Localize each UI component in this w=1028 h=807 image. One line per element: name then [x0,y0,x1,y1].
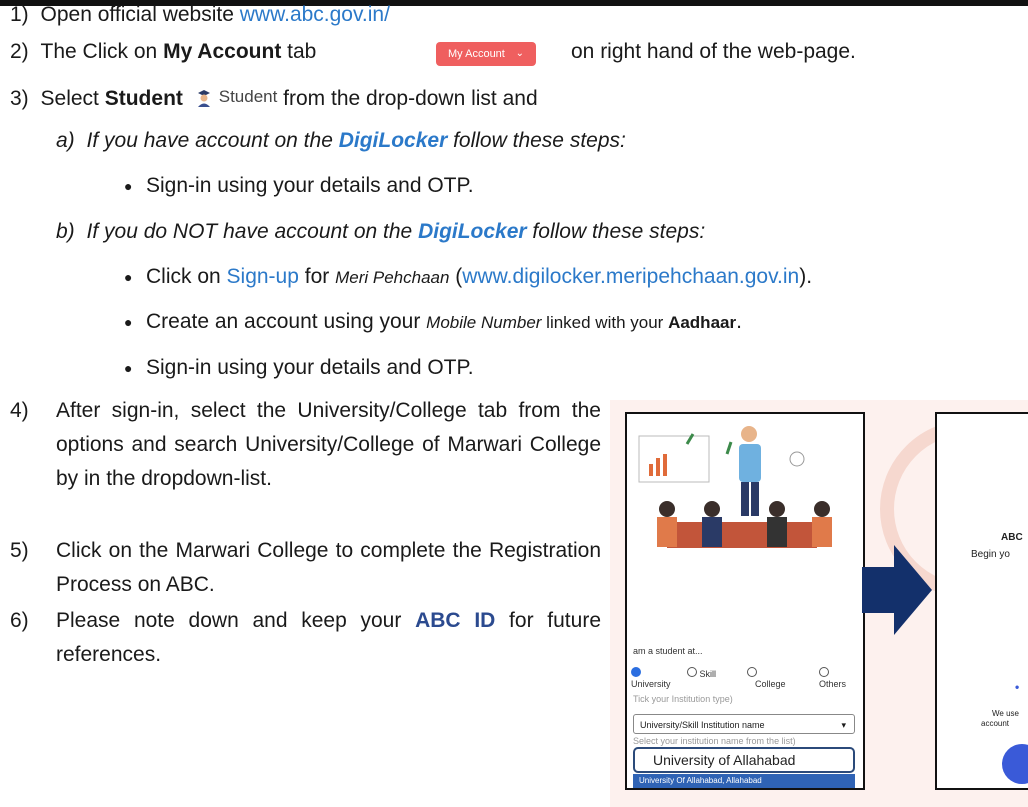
step-text: linked with your [541,313,669,332]
paren-close: ). [799,265,813,288]
option-university[interactable]: University [631,667,671,689]
we-use-text: We use [992,709,1019,718]
begin-text: Begin yo [971,549,1010,560]
institution-type-hint: Tick your Institution type) [633,694,733,704]
step-text: Click on [146,265,227,288]
step-2: 2) The Click on My Account tab [10,37,316,67]
step-text: Open official website [40,3,240,26]
step-3b: b) If you do NOT have account on the Dig… [56,217,705,247]
bullet-icon: ● [124,178,133,194]
caret-down-icon: ▾ [841,720,846,730]
website-link[interactable]: www.abc.gov.in/ [240,3,390,26]
option-label: College [755,679,786,689]
step-text: If you have account on the [86,129,339,152]
step-6-number: 6) [10,609,29,632]
step-5-text: Click on the Marwari College to complete… [56,539,601,596]
student-icon-label: Student [218,87,278,106]
institution-option-highlighted[interactable]: University Of Allahabad, Allahabad [633,774,855,788]
step-number: 3) [10,87,29,110]
student-term: Student [104,87,183,110]
my-account-button[interactable]: My Account ⌄ [436,42,536,66]
option-college[interactable]: College [747,667,786,689]
step-text: Select [40,87,105,110]
continue-button[interactable] [1002,744,1028,784]
period: . [736,310,742,333]
sub-letter: b) [56,220,75,243]
abc-icon: • [1015,680,1020,694]
step-text: Please note down and keep your [56,609,416,632]
step-1: 1) Open official website www.abc.gov.in/ [10,0,390,30]
signup-link[interactable]: Sign-up [227,265,299,288]
digilocker-term: DigiLocker [338,129,448,152]
radio-icon [631,667,641,677]
classroom-illustration [638,426,832,548]
step-text: follow these steps: [526,220,706,243]
select-hint: Select your institution name from the li… [633,736,796,746]
abc-welcome-screenshot: ABC Begin yo • We use account [935,412,1028,790]
chevron-down-icon: ⌄ [515,48,524,59]
radio-icon [747,667,757,677]
institution-select[interactable]: University/Skill Institution name ▾ [633,714,855,734]
step-text: tab [281,40,317,63]
institution-search-input[interactable]: University of Allahabad [633,747,855,773]
option-skill[interactable]: Skill [687,667,716,679]
step-number: 2) [10,40,29,63]
step-2-tail: on right hand of the web-page. [571,40,856,63]
step-text: If you do NOT have account on the [86,220,419,243]
step-text: for [298,265,336,288]
option-label: University [631,679,671,689]
mobile-number-term: Mobile Number [426,313,542,332]
step-4-text: After sign-in, select the University/Col… [56,399,601,490]
step-text: The Click on [40,40,164,63]
my-account-button-label: My Account [448,48,505,60]
bullet-icon: ● [124,269,133,285]
step-3: 3) Select Student Student from the drop-… [10,82,538,114]
step-4-number: 4) [10,399,29,422]
option-label: Others [819,679,847,689]
step-6-text: Please note down and keep your ABC ID fo… [56,604,601,672]
step-3b-bullet-1: Click on Sign-up for Meri Pehchaan (www.… [146,262,812,293]
abc-id-term: ABC ID [415,609,496,632]
radio-icon [687,667,697,677]
right-arrow-icon [862,545,932,635]
step-3b-bullet-2: Create an account using your Mobile Numb… [146,307,742,338]
meripehchaan-link[interactable]: www.digilocker.meripehchaan.gov.in [462,265,799,288]
option-label: Skill [699,669,717,679]
abc-heading: ABC [1001,532,1023,543]
digilocker-term: DigiLocker [418,220,527,243]
step-number: 1) [10,3,29,26]
step-text: from the drop-down list and [277,87,538,110]
step-3a: a) If you have account on the DigiLocker… [56,126,626,156]
meri-pehchaan-term: Meri Pehchaan [335,268,450,287]
paren-open: ( [449,265,463,288]
step-3a-bullet-1: Sign-in using your details and OTP. [146,174,474,197]
registration-screenshot: am a student at... University Skill Coll… [625,412,865,790]
my-account-term: My Account [163,40,282,63]
step-5-number: 5) [10,539,29,562]
bullet-icon: ● [124,314,133,330]
bullet-icon: ● [124,360,133,376]
radio-icon [819,667,829,677]
step-text: Create an account using your [146,310,427,333]
student-at-caption: am a student at... [633,646,703,656]
account-text: account [981,719,1010,728]
option-others[interactable]: Others [819,667,846,689]
sub-letter: a) [56,129,75,152]
step-3b-bullet-3: Sign-in using your details and OTP. [146,356,474,379]
step-text: follow these steps: [447,129,626,152]
student-icon [195,87,213,107]
select-label: University/Skill Institution name [640,720,765,730]
aadhaar-term: Aadhaar [668,313,737,332]
